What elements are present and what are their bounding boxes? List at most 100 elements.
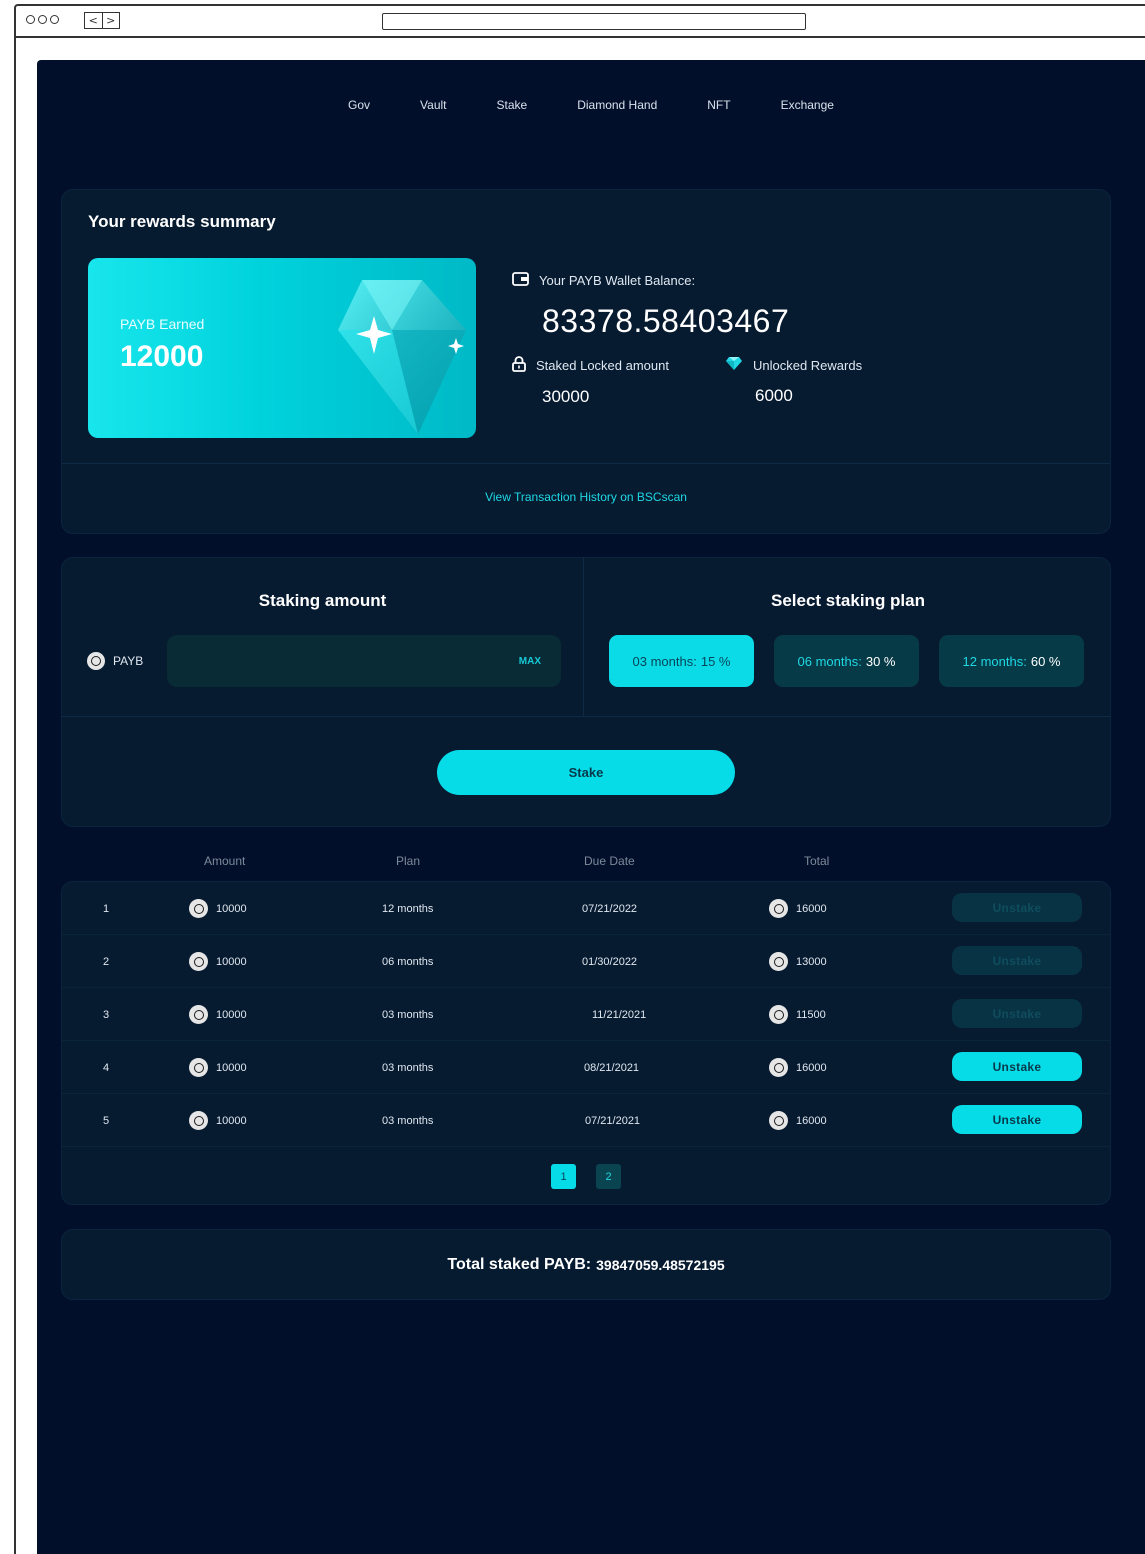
diamond-icon (725, 356, 743, 374)
row-number: 4 (103, 1061, 110, 1074)
max-button[interactable]: MAX (519, 656, 541, 667)
stakes-table: 1 10000 12 months 07/21/2022 16000 Unsta… (61, 881, 1111, 1205)
staking-amount-section: Staking amount PAYB MAX (62, 558, 584, 716)
nav-stake[interactable]: Stake (497, 98, 528, 112)
rewards-summary-panel: Your rewards summary PAYB Earned 12000 Y… (61, 189, 1111, 534)
plan-label: 12 months: (962, 653, 1027, 669)
staking-amount-input[interactable]: MAX (167, 635, 561, 687)
staking-plan-title: Select staking plan (771, 591, 925, 610)
row-total: 13000 (796, 955, 827, 968)
row-amount-cell: 10000 (189, 882, 247, 935)
nav-nft[interactable]: NFT (707, 98, 730, 112)
diamond-illustration-icon (338, 280, 466, 434)
window-close-icon[interactable] (26, 15, 35, 24)
summary-divider (62, 463, 1110, 464)
payb-earned-card: PAYB Earned 12000 (88, 258, 476, 438)
plan-rate: 30 % (865, 653, 896, 669)
transaction-history-link[interactable]: View Transaction History on BSCscan (62, 490, 1110, 504)
row-amount-cell: 10000 (189, 1041, 247, 1094)
row-due-date: 07/21/2021 (585, 1114, 641, 1127)
plan-label: 03 months: (632, 653, 697, 669)
payb-coin-icon (189, 1058, 208, 1077)
row-amount: 10000 (216, 902, 247, 915)
unstake-button[interactable]: Unstake (952, 999, 1082, 1028)
table-row: 5 10000 03 months 07/21/2021 16000 Unsta… (62, 1094, 1110, 1147)
plan-option-03-months[interactable]: 03 months: 15 % (609, 635, 754, 687)
row-plan: 03 months (382, 1061, 434, 1074)
address-bar[interactable] (382, 13, 806, 30)
payb-coin-icon (189, 1111, 208, 1130)
unstake-button[interactable]: Unstake (952, 893, 1082, 922)
locked-amount-label: Staked Locked amount (536, 358, 669, 373)
window-minimize-icon[interactable] (38, 15, 47, 24)
row-total-cell: 11500 (769, 988, 826, 1041)
table-row: 3 10000 03 months 11/21/2021 11500 Unsta… (62, 988, 1110, 1041)
row-amount-cell: 10000 (189, 1094, 247, 1147)
wallet-balance-value: 83378.58403467 (542, 303, 790, 339)
header-total: Total (804, 854, 830, 868)
staked-stats: Staked Locked amount 30000 Unlocked Rewa… (512, 356, 862, 407)
row-total: 16000 (796, 1114, 827, 1127)
unlocked-rewards-label: Unlocked Rewards (752, 357, 863, 373)
total-staked-label: Total staked PAYB: (447, 1255, 592, 1273)
row-due-date: 01/30/2022 (582, 955, 638, 968)
lock-icon (512, 356, 526, 375)
unlocked-rewards-value: 6000 (754, 386, 793, 405)
table-row: 1 10000 12 months 07/21/2022 16000 Unsta… (62, 882, 1110, 935)
row-amount: 10000 (216, 1114, 247, 1127)
unstake-button[interactable]: Unstake (952, 1052, 1082, 1081)
page-2-button[interactable]: 2 (596, 1164, 621, 1189)
page-1-button[interactable]: 1 (551, 1164, 576, 1189)
plan-options: 03 months: 15 % 06 months: 30 % 12 month… (609, 635, 1084, 687)
staking-amount-title: Staking amount (258, 591, 387, 610)
plan-option-12-months[interactable]: 12 months: 60 % (939, 635, 1084, 687)
row-number: 2 (103, 955, 110, 968)
payb-coin-icon (189, 1005, 208, 1024)
payb-coin-icon (769, 1111, 788, 1130)
nav-vault[interactable]: Vault (420, 98, 446, 112)
row-number: 1 (103, 902, 110, 915)
history-buttons: < > (84, 12, 120, 29)
plan-label: 06 months: (797, 653, 862, 669)
row-plan: 03 months (382, 1114, 434, 1127)
forward-arrow-icon[interactable]: > (101, 13, 120, 28)
total-staked-value: 39847059.48572195 (596, 1256, 725, 1273)
pagination: 1 2 (62, 1164, 1110, 1189)
row-amount: 10000 (216, 1061, 247, 1074)
row-number: 3 (103, 1008, 110, 1021)
locked-amount-value: 30000 (542, 387, 590, 406)
payb-coin-icon (87, 652, 105, 670)
nav-diamond-hand[interactable]: Diamond Hand (577, 98, 657, 112)
locked-amount-block: Staked Locked amount 30000 (512, 356, 669, 407)
stake-button[interactable]: Stake (437, 750, 735, 795)
row-due-date: 11/21/2021 (592, 1008, 647, 1021)
wallet-icon (512, 272, 529, 289)
plan-option-06-months[interactable]: 06 months: 30 % (774, 635, 919, 687)
table-row: 2 10000 06 months 01/30/2022 13000 Unsta… (62, 935, 1110, 988)
wallet-balance-block: Your PAYB Wallet Balance: 83378.58403467… (512, 272, 862, 407)
window-maximize-icon[interactable] (50, 15, 59, 24)
row-amount: 10000 (216, 1008, 247, 1021)
unstake-button[interactable]: Unstake (952, 946, 1082, 975)
main-nav: Gov Vault Stake Diamond Hand NFT Exchang… (37, 98, 1145, 112)
wallet-balance-label: Your PAYB Wallet Balance: (539, 273, 696, 288)
row-total-cell: 16000 (769, 1041, 827, 1094)
back-arrow-icon[interactable]: < (85, 13, 102, 28)
total-staked-panel: Total staked PAYB: 39847059.48572195 (61, 1229, 1111, 1300)
header-plan: Plan (396, 854, 421, 868)
row-amount-cell: 10000 (189, 988, 247, 1041)
staking-divider (62, 716, 1110, 717)
staking-panel: Staking amount PAYB MAX Select staking p… (61, 557, 1111, 827)
unlocked-rewards-block: Unlocked Rewards 6000 (725, 356, 862, 407)
unstake-button[interactable]: Unstake (952, 1105, 1082, 1134)
row-plan: 03 months (382, 1008, 434, 1021)
row-due-date: 07/21/2022 (582, 902, 638, 915)
nav-gov[interactable]: Gov (348, 98, 370, 112)
nav-exchange[interactable]: Exchange (781, 98, 834, 112)
payb-coin-icon (769, 899, 788, 918)
row-number: 5 (103, 1114, 110, 1127)
row-total: 11500 (796, 1008, 826, 1021)
payb-coin-icon (189, 899, 208, 918)
wallet-balance-row: Your PAYB Wallet Balance: (512, 272, 862, 289)
table-row: 4 10000 03 months 08/21/2021 16000 Unsta… (62, 1041, 1110, 1094)
